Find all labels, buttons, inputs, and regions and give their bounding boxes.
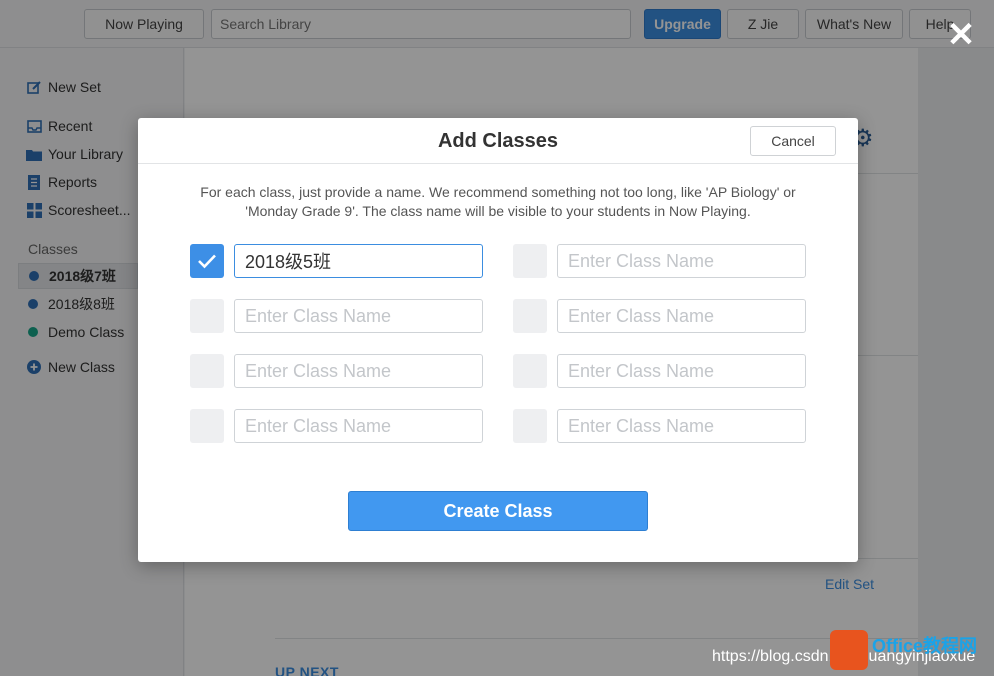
- class-name-input[interactable]: [557, 244, 806, 278]
- dialog-header: Add Classes Cancel: [138, 118, 858, 164]
- class-checkbox[interactable]: [190, 409, 224, 443]
- close-icon[interactable]: ✕: [944, 18, 978, 52]
- class-name-input[interactable]: [557, 299, 806, 333]
- class-checkbox[interactable]: [513, 299, 547, 333]
- dialog-description: For each class, just provide a name. We …: [200, 184, 796, 219]
- class-row: [513, 354, 806, 388]
- class-name-input[interactable]: [234, 244, 483, 278]
- class-name-input[interactable]: [557, 409, 806, 443]
- watermark-brand: Office教程网: [872, 636, 978, 656]
- cancel-button[interactable]: Cancel: [750, 126, 836, 156]
- checkmark-icon: [198, 254, 216, 269]
- class-row: [190, 354, 483, 388]
- class-row: [190, 244, 483, 278]
- class-checkbox[interactable]: [190, 299, 224, 333]
- class-checkbox[interactable]: [190, 244, 224, 278]
- class-name-input[interactable]: [234, 354, 483, 388]
- add-classes-dialog: Add Classes Cancel For each class, just …: [138, 118, 858, 562]
- class-checkbox[interactable]: [513, 354, 547, 388]
- office-logo-icon: [830, 630, 868, 670]
- class-name-input[interactable]: [557, 354, 806, 388]
- class-checkbox[interactable]: [190, 354, 224, 388]
- create-class-button[interactable]: Create Class: [348, 491, 648, 531]
- class-row: [513, 409, 806, 443]
- class-checkbox[interactable]: [513, 409, 547, 443]
- class-name-input[interactable]: [234, 299, 483, 333]
- class-row: [190, 409, 483, 443]
- class-row: [513, 244, 806, 278]
- class-row: [513, 299, 806, 333]
- class-name-input[interactable]: [234, 409, 483, 443]
- class-row: [190, 299, 483, 333]
- class-checkbox[interactable]: [513, 244, 547, 278]
